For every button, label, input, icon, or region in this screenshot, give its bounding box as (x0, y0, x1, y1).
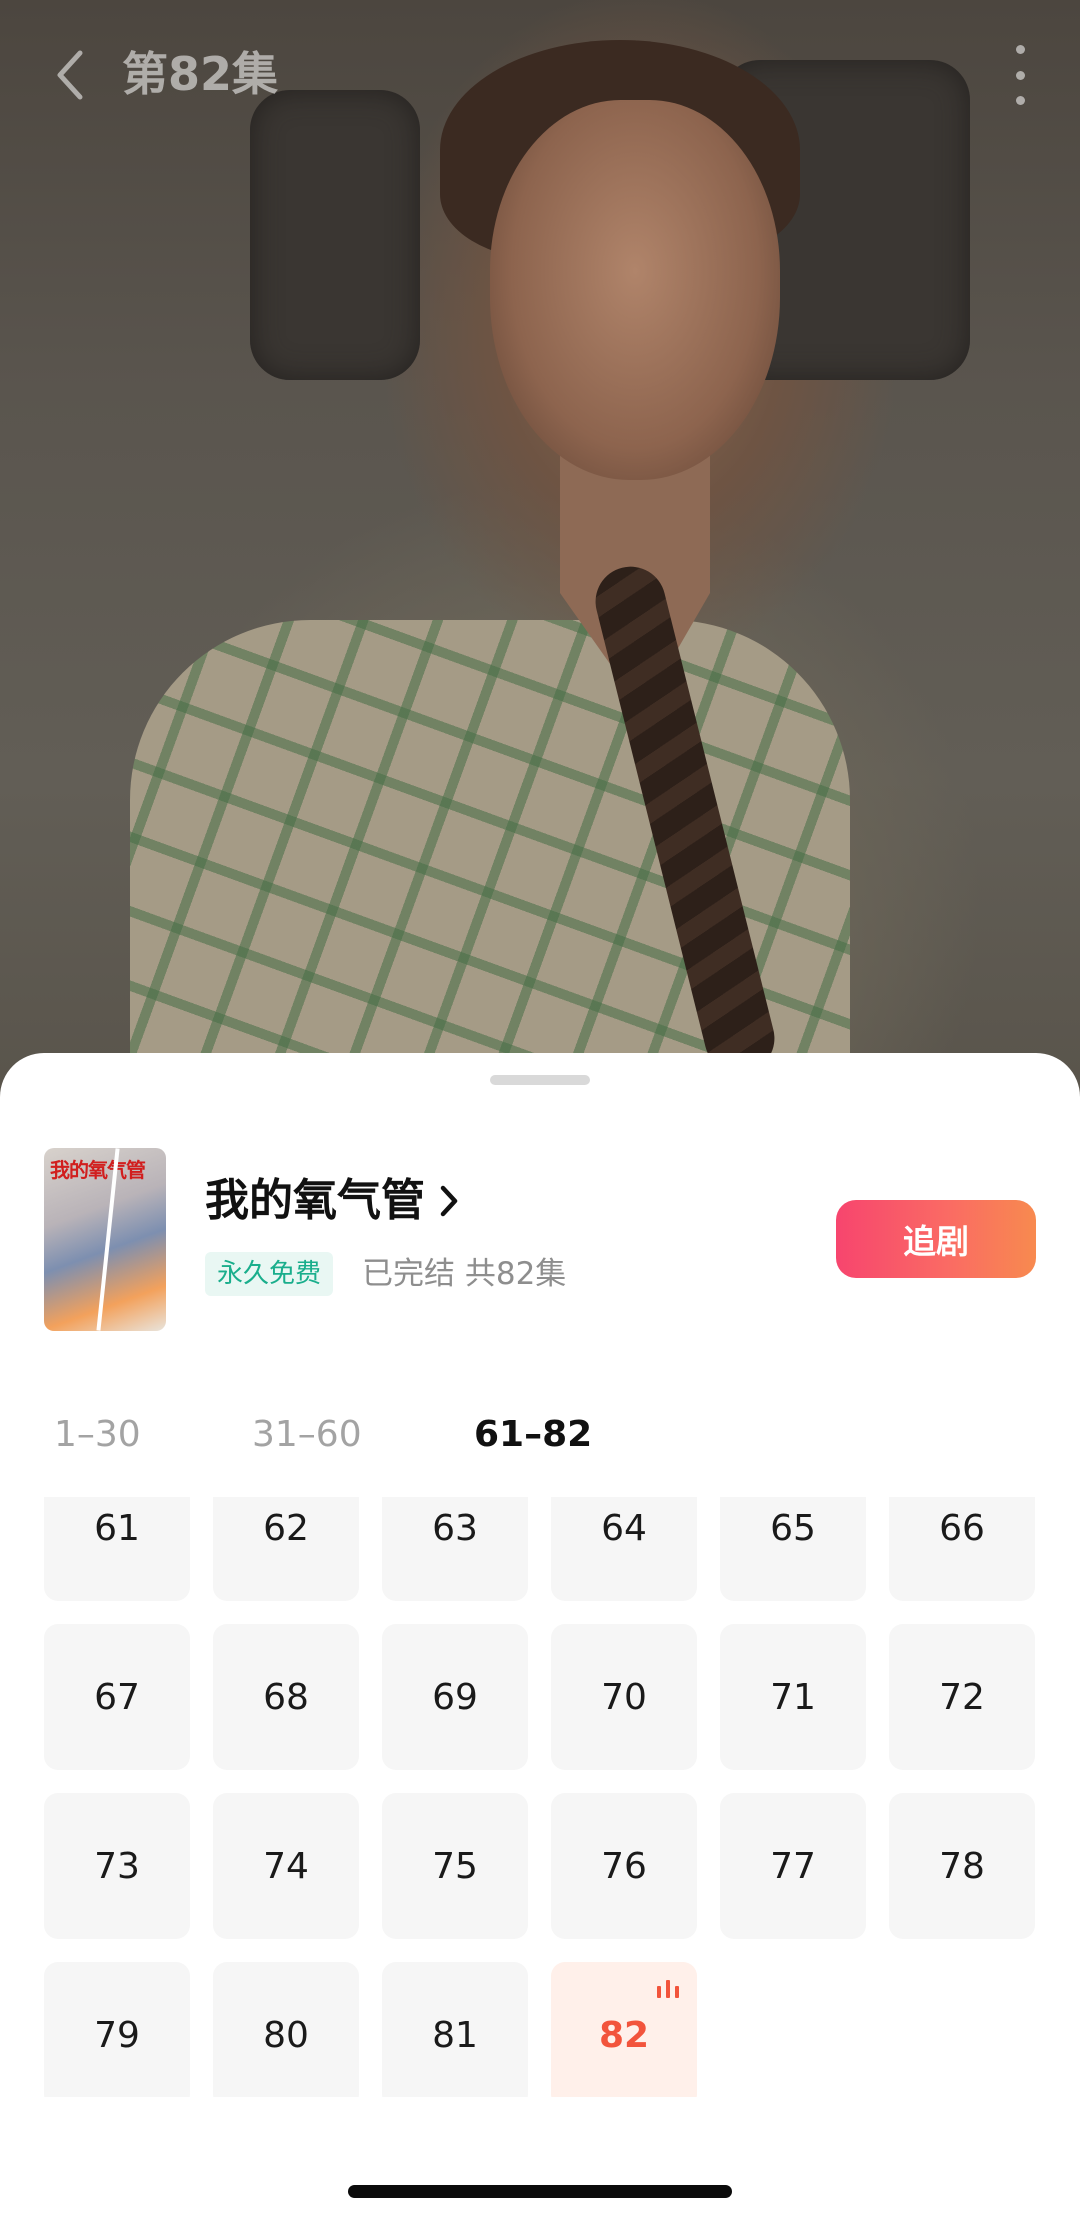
episode-number: 65 (770, 1507, 816, 1549)
more-dot-icon (1015, 70, 1025, 80)
episode-cell[interactable]: 66 (889, 1497, 1035, 1601)
episode-number: 76 (601, 1845, 647, 1887)
screen: 第82集 我的氧气管 我的氧气管 永久免费 已完结 共82集 追剧 1–30 3… (0, 0, 1080, 2223)
free-badge: 永久免费 (205, 1252, 334, 1296)
episode-cell[interactable]: 70 (551, 1624, 697, 1770)
show-cover[interactable]: 我的氧气管 (44, 1148, 166, 1331)
episode-number: 77 (770, 1845, 816, 1887)
episode-number: 79 (94, 2014, 140, 2056)
chevron-left-icon (57, 50, 83, 100)
episode-number: 63 (432, 1507, 478, 1549)
tab-range-1-30[interactable]: 1–30 (54, 1410, 141, 1460)
now-playing-icon (657, 1980, 679, 1998)
episode-number: 70 (601, 1676, 647, 1718)
episode-cell[interactable]: 80 (213, 1962, 359, 2097)
episode-cell[interactable]: 73 (44, 1793, 190, 1939)
episode-number: 80 (263, 2014, 309, 2056)
episode-cell[interactable]: 69 (382, 1624, 528, 1770)
video-player[interactable] (0, 0, 1080, 1140)
episode-number: 61 (94, 1507, 140, 1549)
episode-cell[interactable]: 74 (213, 1793, 359, 1939)
video-figure-face (490, 100, 780, 480)
episode-cell[interactable]: 78 (889, 1793, 1035, 1939)
episode-number: 62 (263, 1507, 309, 1549)
episode-number: 66 (939, 1507, 985, 1549)
episode-number: 73 (94, 1845, 140, 1887)
more-dot-icon (1015, 45, 1025, 54)
tab-range-31-60[interactable]: 31–60 (252, 1410, 362, 1460)
episode-cell[interactable]: 72 (889, 1624, 1035, 1770)
back-button[interactable] (40, 40, 100, 110)
home-indicator[interactable] (348, 2185, 732, 2198)
tab-range-61-82[interactable]: 61–82 (474, 1410, 592, 1460)
episode-number: 67 (94, 1676, 140, 1718)
more-options-button[interactable] (1000, 45, 1040, 105)
episode-number: 81 (432, 2014, 478, 2056)
episode-cell[interactable]: 77 (720, 1793, 866, 1939)
episode-cell-current[interactable]: 82 (551, 1962, 697, 2097)
episode-title: 第82集 (122, 47, 279, 101)
chevron-right-icon (439, 1181, 467, 1221)
episode-number: 69 (432, 1676, 478, 1718)
episode-cell[interactable]: 65 (720, 1497, 866, 1601)
show-status: 已完结 共82集 (362, 1256, 567, 1292)
episode-cell[interactable]: 79 (44, 1962, 190, 2097)
cover-title-text: 我的氧气管 (50, 1158, 146, 1182)
video-top-bar: 第82集 (0, 0, 1080, 150)
episode-number: 72 (939, 1676, 985, 1718)
episode-cell[interactable]: 81 (382, 1962, 528, 2097)
episode-cell[interactable]: 62 (213, 1497, 359, 1601)
episode-cell[interactable]: 61 (44, 1497, 190, 1601)
episode-grid: 61 62 63 64 65 66 67 68 69 70 71 72 73 74 75 76 77 78 79 80… (44, 1497, 1036, 2097)
episode-cell[interactable]: 75 (382, 1793, 528, 1939)
episode-grid-viewport[interactable]: 61 62 63 64 65 66 67 68 69 70 71 72 73 74 75 76 77 78 79 80… (0, 1497, 1080, 2097)
show-title-link[interactable]: 我的氧气管 (205, 1173, 467, 1229)
episode-cell[interactable]: 64 (551, 1497, 697, 1601)
episode-number: 82 (598, 2014, 650, 2056)
episode-number: 68 (263, 1676, 309, 1718)
episode-number: 64 (601, 1507, 647, 1549)
episode-cell[interactable]: 71 (720, 1624, 866, 1770)
episode-cell[interactable]: 67 (44, 1624, 190, 1770)
sheet-grabber[interactable] (490, 1075, 590, 1085)
more-dot-icon (1015, 96, 1025, 105)
show-title: 我的氧气管 (205, 1175, 425, 1226)
episode-cell[interactable]: 63 (382, 1497, 528, 1601)
episode-cell[interactable]: 76 (551, 1793, 697, 1939)
episode-number: 75 (432, 1845, 478, 1887)
episode-range-tabs: 1–30 31–60 61–82 (0, 1380, 1080, 1470)
episode-number: 74 (263, 1845, 309, 1887)
episode-number: 78 (939, 1845, 985, 1887)
follow-button[interactable]: 追剧 (836, 1200, 1036, 1278)
episode-number: 71 (770, 1676, 816, 1718)
episode-cell[interactable]: 68 (213, 1624, 359, 1770)
